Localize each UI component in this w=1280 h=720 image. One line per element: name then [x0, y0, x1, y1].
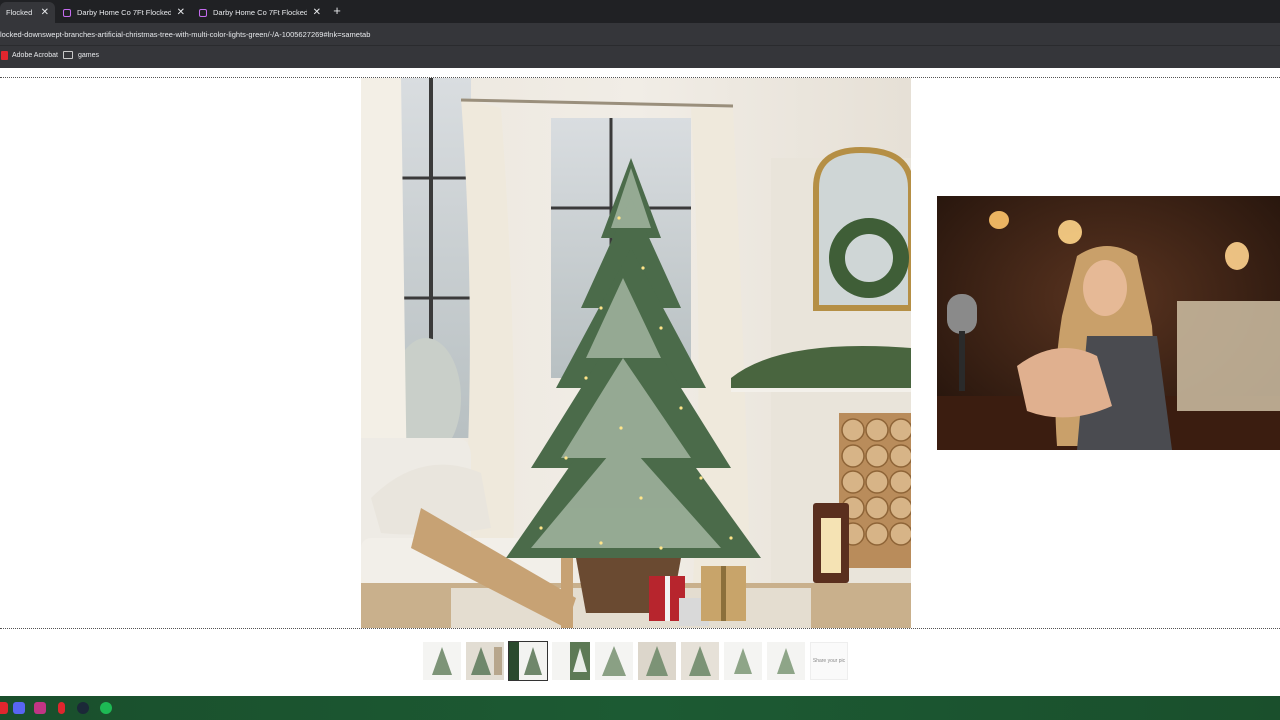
webcam-overlay — [937, 196, 1280, 450]
tab-title: Flocked Do — [6, 8, 35, 17]
bookmark-games-folder[interactable]: games — [63, 51, 99, 59]
instagram-icon[interactable] — [34, 702, 46, 714]
chrome-icon[interactable] — [0, 702, 8, 714]
tab-active[interactable]: Flocked Do ✕ — [0, 2, 55, 23]
os-taskbar — [0, 696, 1280, 720]
thumbnail-4[interactable] — [552, 642, 590, 680]
close-tab-icon[interactable]: ✕ — [313, 7, 321, 18]
product-page: Share your pic — [0, 68, 1280, 696]
discord-icon[interactable] — [13, 702, 25, 714]
close-tab-icon[interactable]: ✕ — [41, 7, 49, 18]
address-bar[interactable]: locked-downswept-branches-artificial-chr… — [0, 23, 1280, 46]
thumbnail-3[interactable] — [508, 641, 548, 681]
tab-product-3[interactable]: Darby Home Co 7Ft Flocked Down ✕ — [193, 2, 327, 23]
thumbnail-8[interactable] — [724, 642, 762, 680]
tab-strip: Flocked Do ✕ Darby Home Co 7Ft Flocked D… — [0, 0, 1280, 23]
product-main-image[interactable] — [361, 78, 911, 628]
thumbnail-9[interactable] — [767, 642, 805, 680]
streamer-webcam-image — [937, 196, 1280, 450]
thumbnail-6[interactable] — [638, 642, 676, 680]
tab-title: Darby Home Co 7Ft Flocked Down — [213, 8, 307, 17]
bookmark-adobe-acrobat[interactable]: Adobe Acrobat — [1, 51, 58, 60]
new-tab-button[interactable]: + — [330, 3, 344, 19]
tab-favicon-icon — [199, 8, 207, 17]
bookmark-label: games — [78, 51, 100, 59]
bookmark-label: Adobe Acrobat — [12, 52, 58, 59]
thumbnail-share-your-pic[interactable]: Share your pic — [810, 642, 848, 680]
thumbnail-7[interactable] — [681, 642, 719, 680]
url-text[interactable]: locked-downswept-branches-artificial-chr… — [0, 30, 370, 39]
close-tab-icon[interactable]: ✕ — [177, 7, 185, 18]
tab-title: Darby Home Co 7Ft Flocked Down — [77, 8, 171, 17]
tab-product-2[interactable]: Darby Home Co 7Ft Flocked Down ✕ — [57, 2, 191, 23]
thumbnail-2[interactable] — [466, 642, 504, 680]
microphone-icon[interactable] — [58, 702, 65, 714]
acrobat-icon — [1, 51, 8, 60]
folder-icon — [63, 51, 73, 59]
steam-icon[interactable] — [77, 702, 89, 714]
tab-favicon-icon — [63, 8, 71, 17]
browser-window: Flocked Do ✕ Darby Home Co 7Ft Flocked D… — [0, 0, 1280, 720]
christmas-tree-room-image — [361, 78, 911, 628]
divider — [0, 628, 1280, 629]
thumbnail-5[interactable] — [595, 642, 633, 680]
thumbnail-1[interactable] — [423, 642, 461, 680]
spotify-icon[interactable] — [100, 702, 112, 714]
bookmarks-bar: Adobe Acrobat games — [0, 46, 1280, 68]
